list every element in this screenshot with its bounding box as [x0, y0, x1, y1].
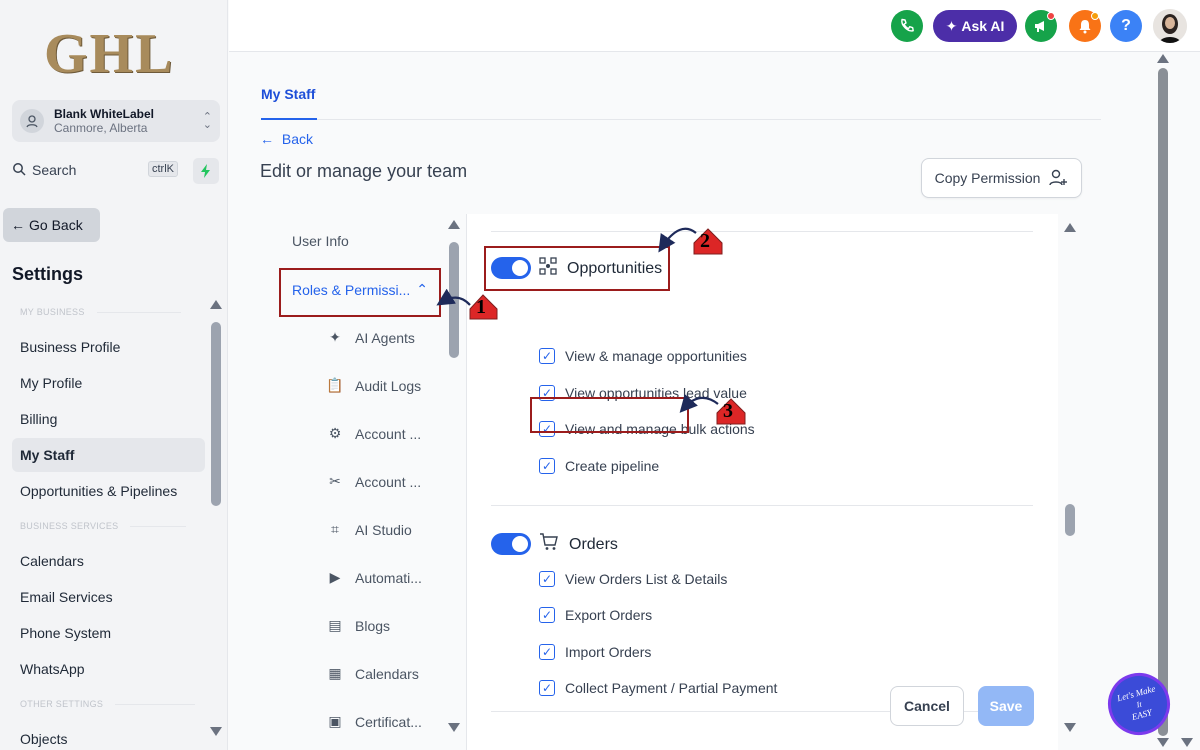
outer-scroll-down[interactable]: [1181, 738, 1193, 747]
annotation-step-3: 3: [723, 400, 733, 422]
page-scrollbar[interactable]: [1158, 68, 1168, 736]
page-scroll-down[interactable]: [1157, 738, 1169, 747]
svg-text:EASY: EASY: [1130, 707, 1154, 722]
annotation-step-2: 2: [700, 230, 710, 252]
annotation-step-1: 1: [476, 296, 486, 318]
annotation-arrows: [436, 227, 746, 425]
page-scroll-up[interactable]: [1157, 54, 1169, 63]
